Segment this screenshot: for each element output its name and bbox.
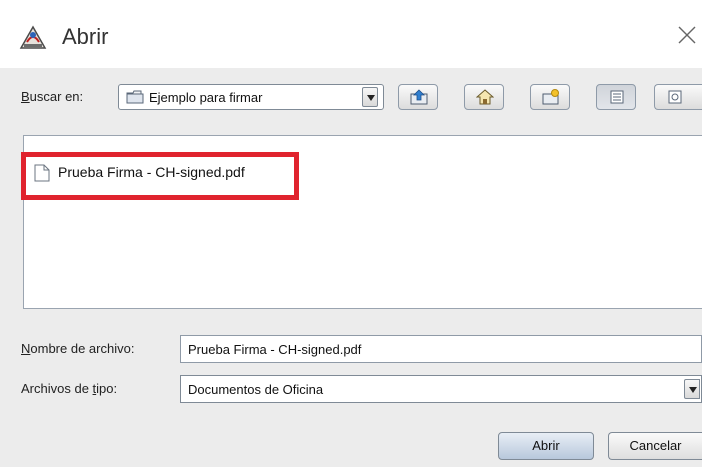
look-in-combo[interactable]: Ejemplo para firmar xyxy=(118,84,384,110)
file-name-value: Prueba Firma - CH-signed.pdf xyxy=(188,342,362,357)
look-in-label: Buscar en: xyxy=(21,89,83,104)
up-folder-button[interactable] xyxy=(398,84,438,110)
close-icon[interactable] xyxy=(676,24,698,46)
look-in-value: Ejemplo para firmar xyxy=(149,90,263,105)
look-in-label-text: uscar en: xyxy=(29,89,84,104)
home-icon xyxy=(476,89,494,105)
chevron-down-icon[interactable] xyxy=(684,379,700,399)
window-title: Abrir xyxy=(62,24,109,49)
list-view-icon xyxy=(610,90,624,104)
cancel-button[interactable]: Cancelar xyxy=(608,432,702,460)
file-name-label-text: ombre de archivo: xyxy=(30,341,135,356)
folder-icon xyxy=(126,90,144,104)
details-view-icon xyxy=(668,90,682,104)
file-name-label: Nombre de archivo: xyxy=(21,341,134,356)
file-type-label-text-2: ipo: xyxy=(96,381,118,396)
file-name-mnemonic: N xyxy=(21,341,31,356)
up-folder-icon xyxy=(410,89,428,105)
new-folder-button[interactable] xyxy=(530,84,570,110)
details-view-button[interactable] xyxy=(654,84,702,110)
open-button[interactable]: Abrir xyxy=(498,432,594,460)
file-type-label: Archivos de tipo: xyxy=(21,381,117,396)
title-bar: Abrir xyxy=(0,0,702,68)
highlight-box xyxy=(21,152,299,200)
file-type-combo[interactable]: Documentos de Oficina xyxy=(180,375,702,403)
look-in-mnemonic: B xyxy=(21,89,30,104)
file-type-value: Documentos de Oficina xyxy=(188,382,324,397)
file-type-label-text-1: Archivos de xyxy=(21,381,93,396)
chevron-down-icon[interactable] xyxy=(362,87,378,107)
java-coffee-icon xyxy=(19,25,47,49)
list-view-button[interactable] xyxy=(596,84,636,110)
home-button[interactable] xyxy=(464,84,504,110)
file-name-field[interactable]: Prueba Firma - CH-signed.pdf xyxy=(180,335,702,363)
new-folder-icon xyxy=(542,89,559,105)
